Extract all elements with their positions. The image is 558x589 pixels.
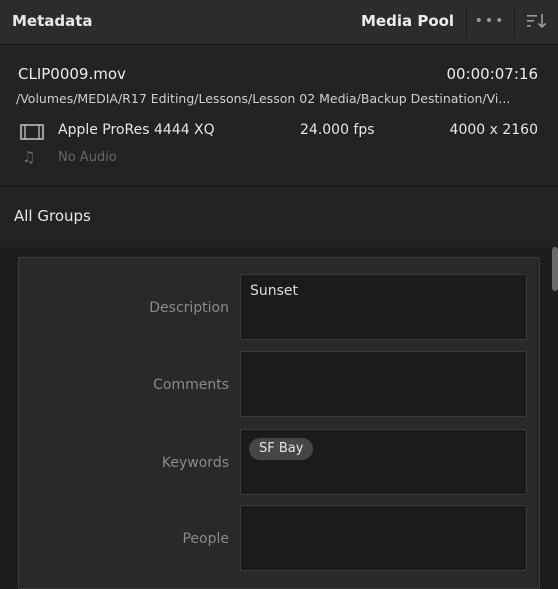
keywords-label: Keywords — [161, 455, 229, 471]
sort-icon[interactable] — [524, 10, 550, 32]
people-row: People — [19, 505, 539, 571]
clip-info-panel: CLIP0009.mov 00:00:07:16 /Volumes/MEDIA/… — [0, 45, 558, 187]
audio-info-row: ♫ No Audio — [0, 148, 558, 168]
divider — [514, 8, 515, 36]
description-value: Sunset — [250, 283, 299, 299]
frame-rate: 24.000 fps — [300, 122, 375, 138]
comments-label: Comments — [153, 377, 229, 393]
music-note-icon: ♫ — [22, 148, 36, 166]
scroll-thumb[interactable] — [552, 247, 558, 291]
metadata-group-selector[interactable]: All Groups — [0, 187, 558, 247]
audio-status: No Audio — [58, 150, 117, 165]
group-label: All Groups — [14, 207, 91, 225]
video-codec: Apple ProRes 4444 XQ — [58, 122, 215, 138]
film-icon — [20, 124, 44, 144]
description-row: Description Sunset — [19, 274, 539, 340]
comments-field[interactable] — [240, 351, 527, 417]
keyword-tag[interactable]: SF Bay — [249, 438, 314, 460]
keywords-field[interactable]: SF Bay — [240, 429, 527, 495]
scrollbar[interactable] — [552, 247, 558, 580]
panel-title: Metadata — [12, 12, 93, 30]
options-menu-button[interactable]: ••• — [470, 10, 510, 32]
people-field[interactable] — [240, 505, 527, 571]
people-label: People — [182, 531, 229, 547]
video-info-row: Apple ProRes 4444 XQ 24.000 fps 4000 x 2… — [0, 120, 558, 142]
media-pool-button[interactable]: Media Pool — [361, 12, 454, 30]
panel-header: Metadata Media Pool ••• — [0, 0, 558, 45]
metadata-fields-panel: Description Sunset Comments Keywords SF … — [18, 257, 540, 589]
comments-row: Comments — [19, 351, 539, 417]
divider — [466, 8, 467, 36]
description-label: Description — [149, 300, 229, 316]
description-field[interactable]: Sunset — [240, 274, 527, 340]
keywords-row: Keywords SF Bay — [19, 429, 539, 495]
resolution: 4000 x 2160 — [449, 122, 538, 138]
clip-file-path: /Volumes/MEDIA/R17 Editing/Lessons/Lesso… — [16, 91, 511, 106]
clip-name: CLIP0009.mov — [18, 65, 126, 83]
clip-duration: 00:00:07:16 — [446, 65, 538, 83]
